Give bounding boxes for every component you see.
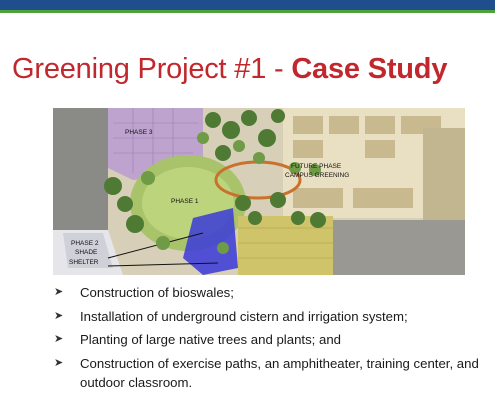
list-item: ➤ Construction of bioswales; — [48, 283, 488, 303]
list-item: ➤ Construction of exercise paths, an amph… — [48, 354, 488, 393]
slide-title: Greening Project #1 - Case Study — [12, 52, 447, 86]
arrowhead-bullet-icon: ➤ — [54, 286, 64, 298]
list-item: ➤ Installation of underground cistern and… — [48, 307, 488, 327]
site-plan-image: PHASE 3 PHASE 1 FUTURE PHASE CAMPUS GREE… — [53, 108, 465, 275]
bullet-text: Planting of large native trees and plant… — [80, 332, 341, 347]
label-phase3: PHASE 3 — [125, 129, 153, 136]
title-prefix: Greening Project #1 - — [12, 53, 292, 85]
bullet-text: Construction of bioswales; — [80, 285, 234, 300]
arrowhead-bullet-icon: ➤ — [54, 356, 64, 369]
arrowhead-bullet-icon: ➤ — [54, 309, 64, 322]
label-future-line2: CAMPUS GREENING — [285, 172, 349, 179]
label-future-line1: FUTURE PHASE — [291, 163, 342, 170]
header-accent-stripe — [0, 10, 495, 13]
bullet-text: Installation of underground cistern and … — [80, 308, 408, 324]
bullet-text: Construction of exercise paths, an amphi… — [80, 355, 479, 391]
label-phase1: PHASE 1 — [171, 198, 199, 205]
list-item: ➤ Planting of large native trees and plan… — [48, 330, 488, 350]
label-phase2-line3: SHELTER — [69, 259, 99, 266]
arrowhead-bullet-icon: ➤ — [54, 333, 64, 345]
title-emphasis: Case Study — [291, 53, 448, 85]
label-phase2-line1: PHASE 2 — [71, 240, 99, 247]
bullet-list: ➤ Construction of bioswales; ➤ Installatio… — [48, 283, 488, 397]
label-phase2-line2: SHADE — [75, 249, 98, 256]
